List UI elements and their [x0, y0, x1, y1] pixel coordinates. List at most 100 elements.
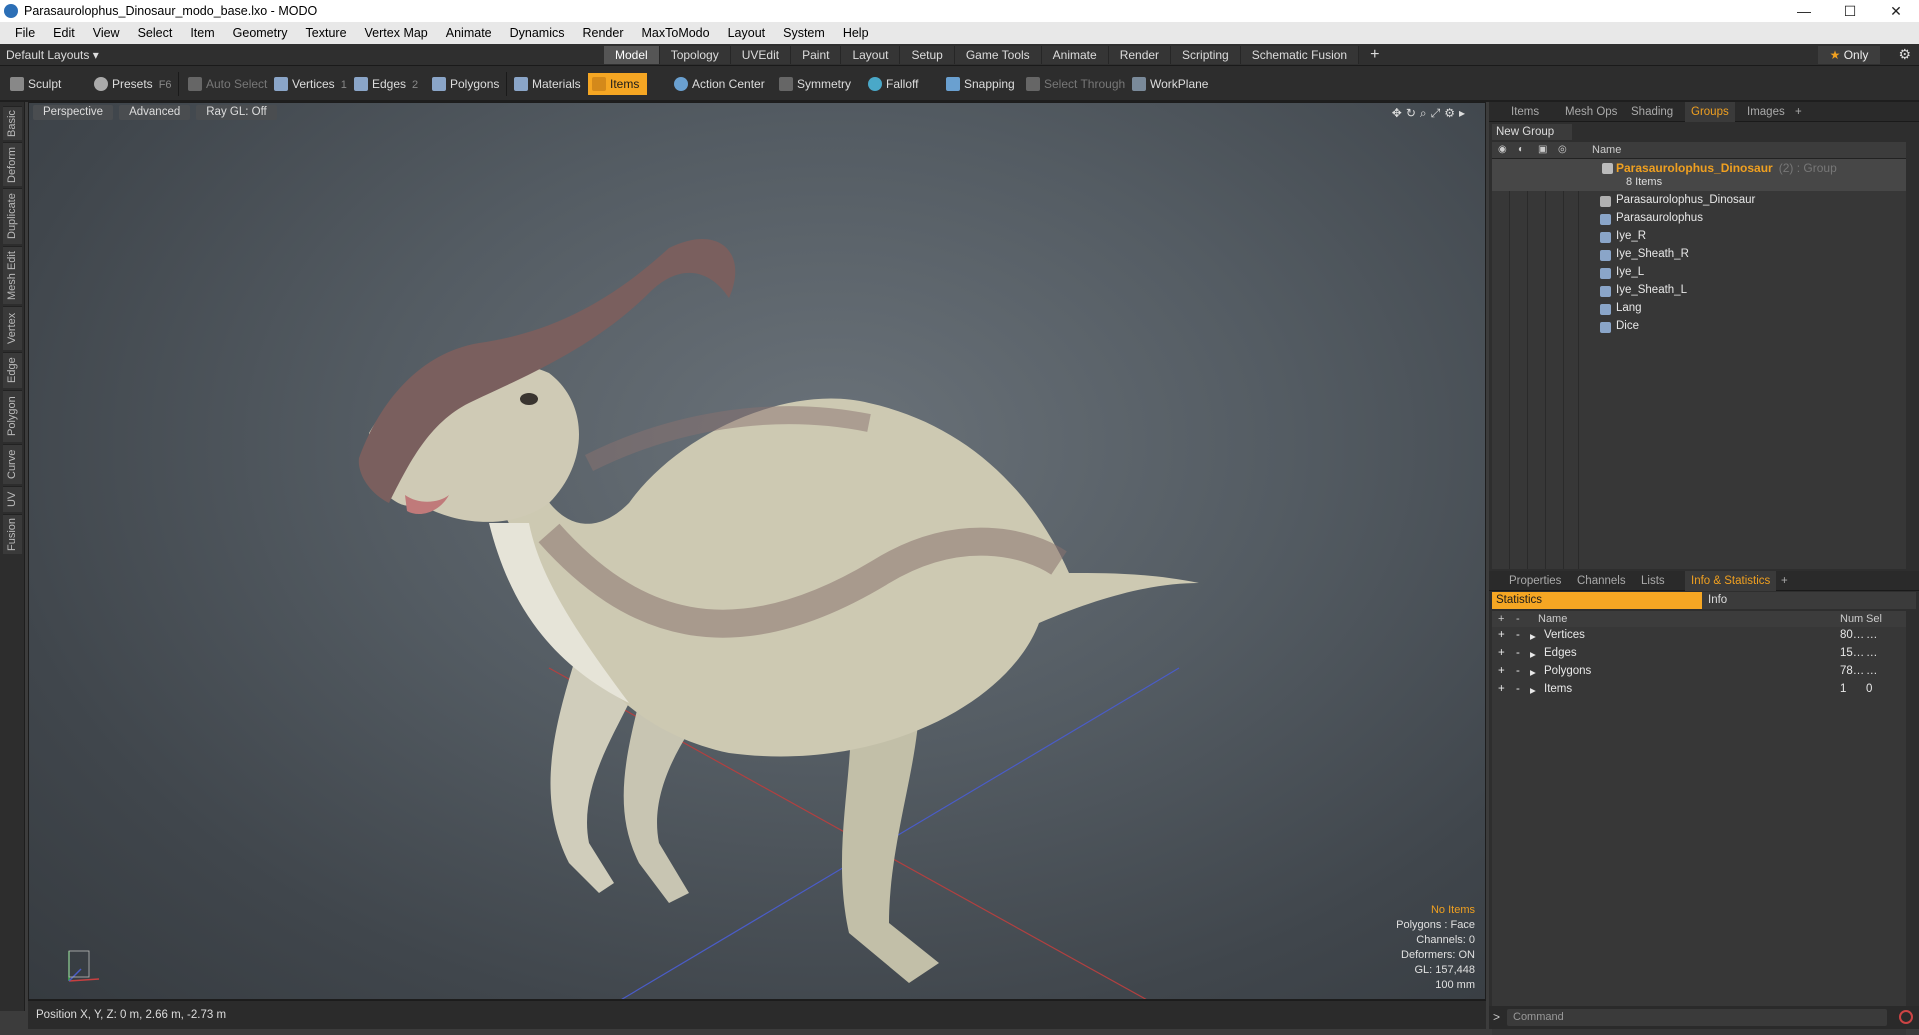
group-row[interactable]: Parasaurolophus_Dinosaur (2) : Group 8 It…	[1492, 159, 1906, 191]
new-group-button[interactable]: New Group	[1492, 124, 1572, 140]
tab-game-tools[interactable]: Game Tools	[954, 46, 1042, 64]
layout-selector[interactable]: Default Layouts ▾	[6, 44, 99, 66]
list-item[interactable]: Dice	[1492, 318, 1906, 336]
tab-shading[interactable]: Shading	[1631, 102, 1673, 122]
workplane-button[interactable]: WorkPlane	[1128, 73, 1208, 95]
minimize-button[interactable]: —	[1781, 0, 1827, 22]
vtab-fusion[interactable]: Fusion	[3, 514, 22, 554]
list-item[interactable]: Parasaurolophus_Dinosaur	[1492, 192, 1906, 210]
vtab-curve[interactable]: Curve	[3, 444, 22, 484]
tab-items[interactable]: Items	[1511, 102, 1539, 122]
vtab-polygon[interactable]: Polygon	[3, 390, 22, 442]
tab-mesh-ops[interactable]: Mesh Ops	[1565, 102, 1617, 122]
auto-select-button[interactable]: Auto Select	[184, 73, 267, 95]
viewport-nav-icons[interactable]: ✥↻⌕⤢⚙▸	[1392, 106, 1469, 121]
tab-paint[interactable]: Paint	[791, 46, 842, 64]
menu-edit[interactable]: Edit	[44, 22, 84, 44]
table-row[interactable]: + - ▸ Polygons 78……	[1492, 663, 1906, 681]
menu-dynamics[interactable]: Dynamics	[501, 22, 574, 44]
tab-setup[interactable]: Setup	[900, 46, 955, 64]
statistics-tab[interactable]: Statistics	[1492, 592, 1702, 609]
render-icon[interactable]: ◐	[1518, 144, 1524, 155]
tab-properties[interactable]: Properties	[1509, 571, 1561, 591]
viewport-scene	[68, 238, 1199, 999]
menu-animate[interactable]: Animate	[437, 22, 501, 44]
tab-scripting[interactable]: Scripting	[1171, 46, 1241, 64]
vtab-deform[interactable]: Deform	[3, 142, 22, 186]
collapse-all-icon[interactable]: -	[1516, 613, 1520, 625]
view-mode-button[interactable]: Perspective	[33, 105, 114, 120]
menu-file[interactable]: File	[6, 22, 44, 44]
menu-render[interactable]: Render	[574, 22, 633, 44]
tab-render[interactable]: Render	[1108, 46, 1172, 64]
table-row[interactable]: + - ▸ Vertices 80……	[1492, 627, 1906, 645]
gear-icon[interactable]: ⚙	[1898, 46, 1911, 63]
vtab-uv[interactable]: UV	[3, 486, 22, 512]
menu-geometry[interactable]: Geometry	[224, 22, 297, 44]
falloff-button[interactable]: Falloff	[864, 73, 918, 95]
advanced-button[interactable]: Advanced	[119, 105, 191, 120]
lock-icon[interactable]: ▣	[1538, 144, 1547, 155]
vtab-edge[interactable]: Edge	[3, 352, 22, 388]
maximize-button[interactable]: ☐	[1827, 0, 1873, 22]
list-item[interactable]: Iye_L	[1492, 264, 1906, 282]
materials-button[interactable]: Materials	[510, 73, 581, 95]
symmetry-button[interactable]: Symmetry	[775, 73, 851, 95]
menu-system[interactable]: System	[774, 22, 834, 44]
vtab-basic[interactable]: Basic	[3, 106, 22, 140]
vtab-vertex[interactable]: Vertex	[3, 306, 22, 350]
table-row[interactable]: + - ▸ Edges 15……	[1492, 645, 1906, 663]
select-icon[interactable]: ◎	[1558, 144, 1567, 155]
menu-vertex-map[interactable]: Vertex Map	[356, 22, 437, 44]
list-item[interactable]: Parasaurolophus	[1492, 210, 1906, 228]
tab-images[interactable]: Images	[1747, 102, 1785, 122]
list-item[interactable]: Lang	[1492, 300, 1906, 318]
add-tab-icon[interactable]: +	[1359, 46, 1390, 64]
tab-animate[interactable]: Animate	[1041, 46, 1109, 64]
position-readout: Position X, Y, Z: 0 m, 2.66 m, -2.73 m	[36, 1009, 227, 1021]
3d-viewport[interactable]: Perspective Advanced Ray GL: Off ✥↻⌕⤢⚙▸ …	[28, 102, 1486, 1000]
mesh-icon	[1600, 322, 1611, 333]
list-item[interactable]: Iye_Sheath_L	[1492, 282, 1906, 300]
only-button[interactable]: ★ Only	[1818, 46, 1880, 64]
expand-all-icon[interactable]: +	[1498, 613, 1504, 625]
list-item[interactable]: Iye_Sheath_R	[1492, 246, 1906, 264]
tab-channels[interactable]: Channels	[1577, 571, 1626, 591]
tab-info-statistics[interactable]: Info & Statistics	[1685, 571, 1777, 591]
polygons-button[interactable]: Polygons	[428, 73, 499, 95]
menu-item[interactable]: Item	[181, 22, 223, 44]
add-panel-tab-icon[interactable]: +	[1781, 571, 1788, 591]
tab-layout[interactable]: Layout	[841, 46, 901, 64]
tab-model[interactable]: Model	[604, 46, 660, 64]
edges-button[interactable]: Edges 2	[350, 73, 418, 95]
tab-schematic-fusion[interactable]: Schematic Fusion	[1240, 46, 1360, 64]
menu-maxtomodo[interactable]: MaxToModo	[633, 22, 719, 44]
vtab-duplicate[interactable]: Duplicate	[3, 188, 22, 244]
vtab-mesh-edit[interactable]: Mesh Edit	[3, 246, 22, 304]
tab-topology[interactable]: Topology	[659, 46, 731, 64]
tab-uvedit[interactable]: UVEdit	[730, 46, 792, 64]
snapping-button[interactable]: Snapping	[942, 73, 1015, 95]
eye-icon[interactable]: ◉	[1498, 144, 1507, 155]
menu-help[interactable]: Help	[834, 22, 878, 44]
info-tab[interactable]: Info	[1702, 592, 1916, 609]
record-icon[interactable]	[1899, 1010, 1913, 1024]
table-row[interactable]: + - ▸ Items 1 0	[1492, 681, 1906, 699]
menu-texture[interactable]: Texture	[297, 22, 356, 44]
menu-layout[interactable]: Layout	[719, 22, 775, 44]
presets-button[interactable]: Presets F6	[90, 73, 172, 95]
menu-select[interactable]: Select	[129, 22, 182, 44]
sculpt-button[interactable]: Sculpt	[6, 73, 61, 95]
close-button[interactable]: ✕	[1873, 0, 1919, 22]
tab-lists[interactable]: Lists	[1641, 571, 1665, 591]
command-input[interactable]: Command	[1507, 1009, 1887, 1026]
tab-groups[interactable]: Groups	[1685, 102, 1735, 122]
add-panel-tab-icon[interactable]: +	[1795, 102, 1802, 122]
raygl-button[interactable]: Ray GL: Off	[196, 105, 277, 120]
items-button[interactable]: Items	[588, 73, 648, 95]
menu-view[interactable]: View	[84, 22, 129, 44]
vertices-button[interactable]: Vertices 1	[270, 73, 347, 95]
list-item[interactable]: Iye_R	[1492, 228, 1906, 246]
select-through-button[interactable]: Select Through	[1022, 73, 1125, 95]
action-center-button[interactable]: Action Center	[670, 73, 765, 95]
